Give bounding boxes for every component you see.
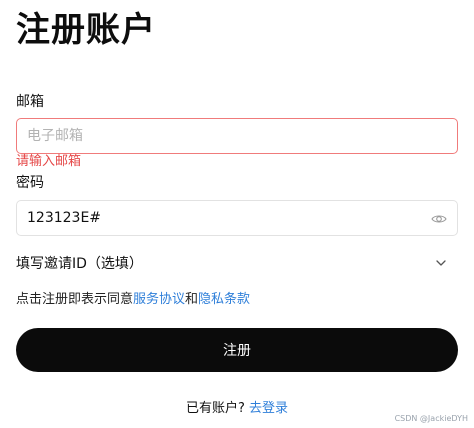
agreement-prefix: 点击注册即表示同意 [16,292,134,307]
privacy-policy-link[interactable]: 隐私条款 [198,292,250,307]
agreement-conj: 和 [185,292,199,307]
login-link[interactable]: 去登录 [249,401,288,416]
eye-icon[interactable] [431,211,447,227]
page-title: 注册账户 [16,10,156,50]
chevron-down-icon [434,255,448,269]
invite-id-label: 填写邀请ID（选填） [16,256,143,272]
email-error-text: 请输入邮箱 [16,154,82,169]
register-button[interactable]: 注册 [16,328,458,372]
agreement-text: 点击注册即表示同意服务协议和隐私条款 [16,290,250,310]
email-input[interactable] [27,119,417,153]
login-prompt: 已有账户? [186,401,245,416]
invite-id-toggle[interactable]: 填写邀请ID（选填） [16,253,458,275]
password-label: 密码 [16,175,44,191]
password-field-wrapper[interactable] [16,200,458,236]
watermark: CSDN @JackieDYH [394,414,468,423]
email-field-wrapper[interactable] [16,118,458,154]
email-label: 邮箱 [16,94,44,110]
service-agreement-link[interactable]: 服务协议 [133,292,185,307]
password-input[interactable] [27,201,417,235]
